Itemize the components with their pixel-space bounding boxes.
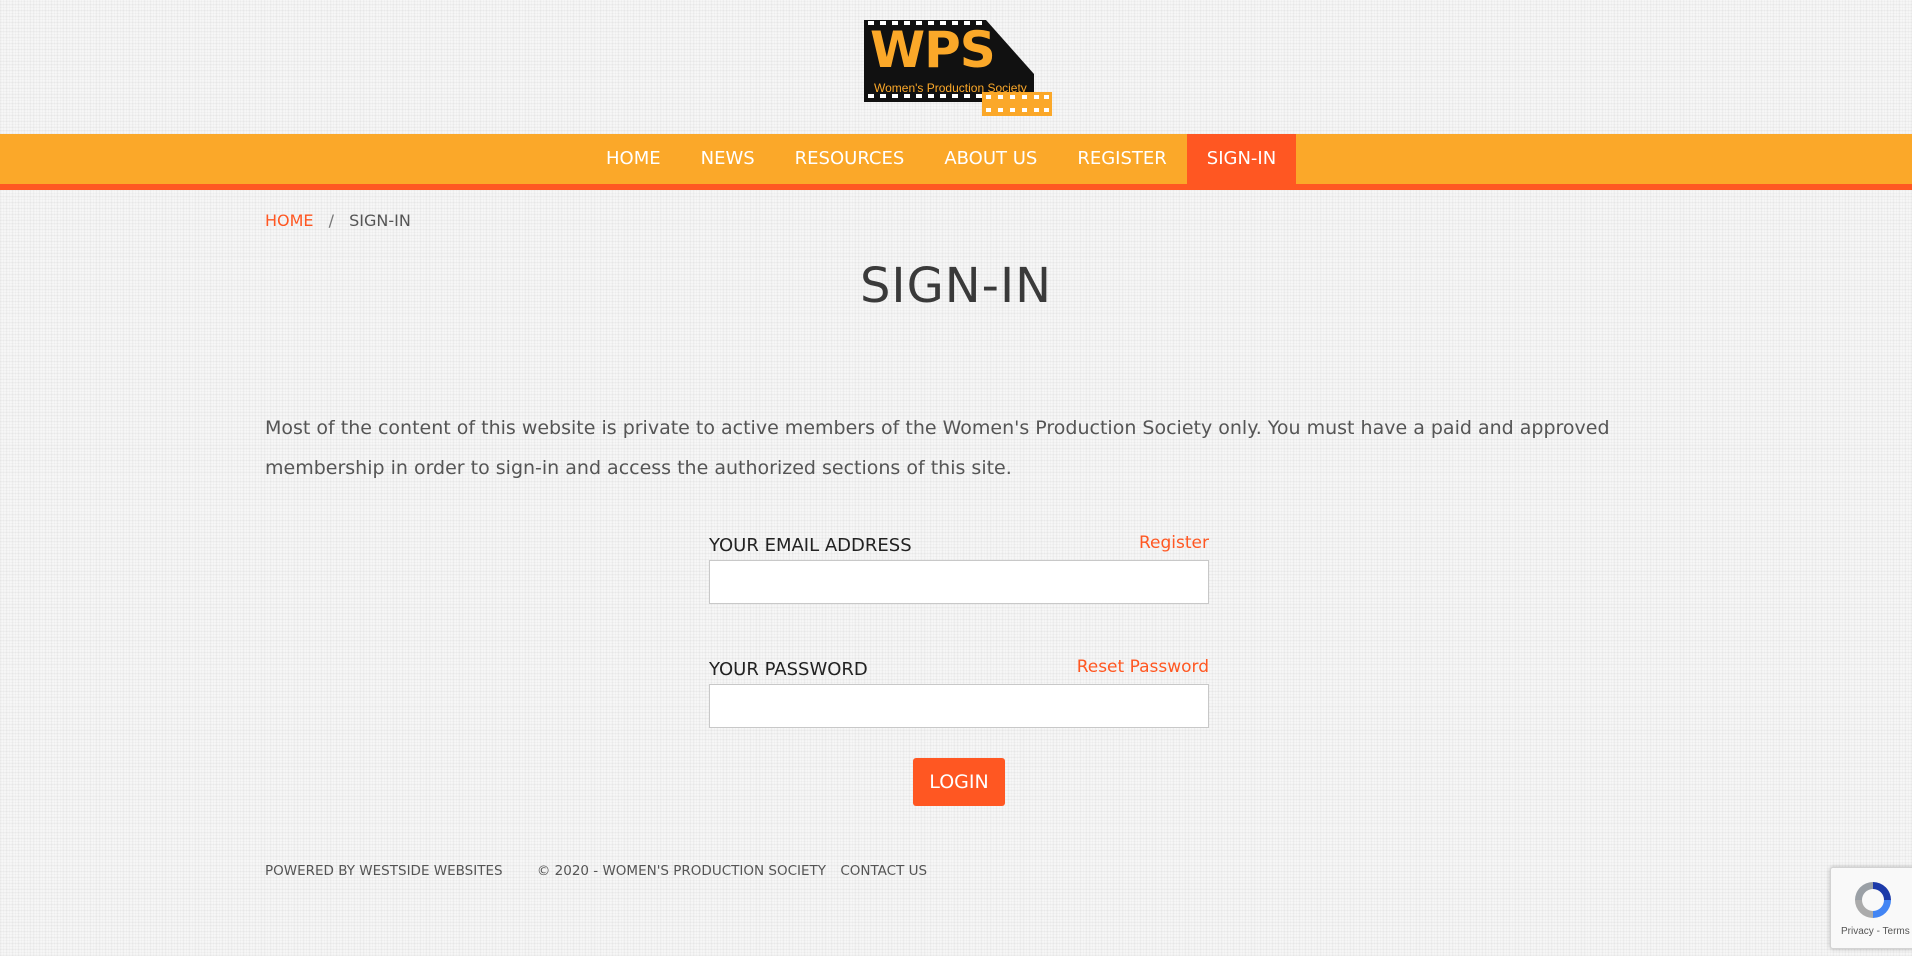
breadcrumb-home-link[interactable]: HOME <box>265 211 314 230</box>
footer-contact-link[interactable]: CONTACT US <box>840 863 927 879</box>
password-label-row: YOUR PASSWORD Reset Password <box>709 654 1209 684</box>
intro-text: Most of the content of this website is p… <box>265 417 1610 479</box>
recaptcha-badge[interactable]: Privacy - Terms <box>1830 867 1912 949</box>
nav-list: HOME NEWS RESOURCES ABOUT US REGISTER SI… <box>586 134 1297 184</box>
login-button[interactable]: LOGIN <box>913 758 1005 806</box>
nav-item-news[interactable]: NEWS <box>681 134 775 184</box>
footer-powered-by[interactable]: POWERED BY WESTSIDE WEBSITES <box>265 863 503 879</box>
register-link[interactable]: Register <box>1139 533 1209 553</box>
site-logo[interactable]: WPS Women's Production Society <box>864 18 1054 116</box>
breadcrumb: HOME / SIGN-IN <box>265 211 411 230</box>
recaptcha-icon <box>1855 882 1891 918</box>
sign-in-form: YOUR EMAIL ADDRESS Register YOUR PASSWOR… <box>709 530 1209 728</box>
logo-text: WPS <box>870 21 996 79</box>
reset-password-link[interactable]: Reset Password <box>1077 657 1209 677</box>
recaptcha-terms-link[interactable]: Terms <box>1883 926 1910 937</box>
recaptcha-links: Privacy - Terms <box>1841 926 1910 937</box>
password-label: YOUR PASSWORD <box>709 659 868 680</box>
breadcrumb-separator: / <box>328 211 335 230</box>
email-label: YOUR EMAIL ADDRESS <box>709 535 912 556</box>
footer: POWERED BY WESTSIDE WEBSITES © 2020 - WO… <box>265 863 927 879</box>
nav-item-register[interactable]: REGISTER <box>1057 134 1186 184</box>
nav-item-resources[interactable]: RESOURCES <box>775 134 925 184</box>
nav-item-sign-in[interactable]: SIGN-IN <box>1186 134 1297 184</box>
password-input[interactable] <box>709 684 1209 728</box>
email-label-row: YOUR EMAIL ADDRESS Register <box>709 530 1209 560</box>
recaptcha-separator: - <box>1876 926 1880 937</box>
nav-item-about-us[interactable]: ABOUT US <box>924 134 1057 184</box>
logo-tagline: Women's Production Society <box>874 81 1027 95</box>
recaptcha-privacy-link[interactable]: Privacy <box>1841 926 1874 937</box>
nav-item-home[interactable]: HOME <box>586 134 681 184</box>
footer-copyright: © 2020 - WOMEN'S PRODUCTION SOCIETY <box>536 863 827 879</box>
email-input[interactable] <box>709 560 1209 604</box>
breadcrumb-current: SIGN-IN <box>349 211 411 230</box>
main-navigation: HOME NEWS RESOURCES ABOUT US REGISTER SI… <box>0 134 1912 190</box>
page-title: SIGN-IN <box>859 258 1053 314</box>
